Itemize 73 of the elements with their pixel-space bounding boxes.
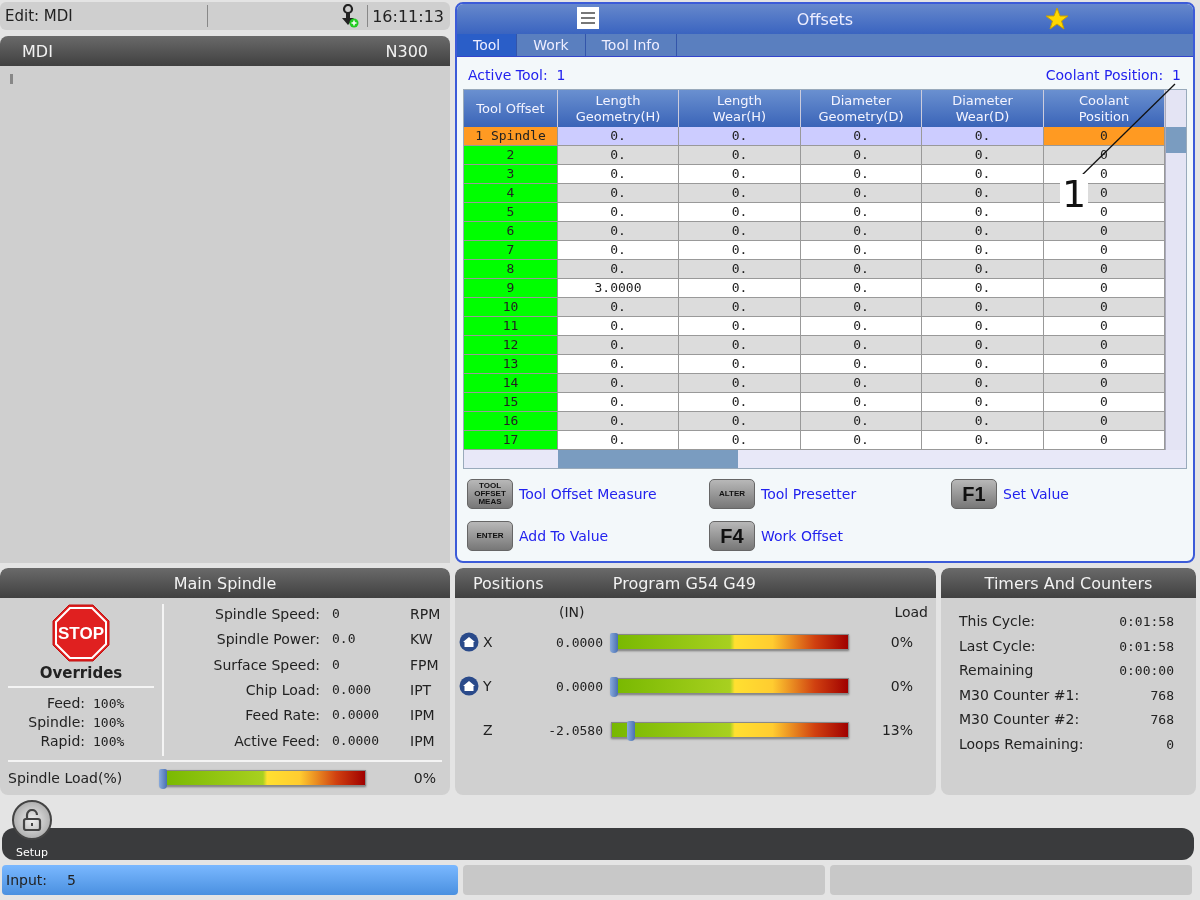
axis-position: -2.0580 [547,722,603,738]
reading-label: Active Feed: [233,731,320,751]
stop-sign-icon: STOP [52,604,110,662]
axis-position: 0.0000 [555,678,603,694]
reading-unit: KW [410,630,434,650]
spindle-load-label: Spindle Load(%) [8,770,124,786]
column-header: Length Wear(H) [679,90,801,127]
reading-unit: IPT [410,681,433,700]
panel-title: Offsets [796,9,854,29]
reading-unit: RPM [410,605,442,624]
timer-value: 768 [1149,711,1174,730]
reading-unit: FPM [410,655,440,675]
timer-label: Loops Remaining: [959,734,1085,754]
line-number: N300 [385,41,428,61]
unit-label: (IN) [559,604,585,620]
reading-unit: IPM [410,731,436,751]
axis-name: Z [483,722,494,738]
column-header: Tool Offset [464,90,558,127]
reading-label: Chip Load: [244,681,320,700]
clock-time: 16:11:13 [372,6,445,26]
reading-value: 0.0 [332,630,357,649]
timer-value: 0 [1165,735,1174,754]
column-header: Diameter Geometry(D) [801,90,922,127]
axis-load: 0% [889,678,913,694]
override-label: Spindle: [27,713,85,732]
reading-value: 0.0000 [332,706,380,725]
panel-title: Main Spindle [173,573,277,593]
reading-value: 0.0000 [332,731,380,750]
timer-label: M30 Counter #1: [959,685,1081,705]
panel-title: Positions [473,573,544,593]
timer-value: 0:01:58 [1119,637,1174,656]
action-label: Add To Value [519,528,609,544]
reading-value: 0 [332,605,341,623]
reading-label: Feed Rate: [244,706,320,726]
reading-label: Surface Speed: [212,655,320,675]
column-header: Length Geometry(H) [558,90,679,127]
reading-value: 0 [332,655,341,674]
panel-title: Timers And Counters [984,573,1153,593]
axis-load: 0% [889,634,913,650]
overrides-title: Overrides [8,664,154,688]
action-label: Set Value [1003,486,1069,502]
timer-value: 0:01:58 [1119,613,1174,631]
axis-load: 13% [880,722,913,738]
spindle-load-value: 0% [412,770,436,786]
active-tool-label: Active Tool: 1 [468,67,566,83]
action-label: Tool Presetter [761,486,857,502]
override-value: 100% [93,714,126,732]
override-value: 100% [93,695,126,713]
override-label: Rapid: [39,732,85,751]
timer-label: M30 Counter #2: [959,710,1081,730]
override-label: Feed: [45,694,85,713]
axis-name: X [483,634,494,650]
panel-title: MDI [22,41,53,61]
column-header: Coolant Position [1044,90,1165,127]
load-header: Load [894,604,928,620]
action-label: Work Offset [761,528,843,544]
timer-label: Remaining [959,661,1035,681]
axis-position: 0.0000 [555,634,603,650]
action-label: Tool Offset Measure [519,486,657,502]
timer-value: 0:00:00 [1119,662,1174,681]
edit-mode-label: Edit: MDI [0,5,208,27]
axis-name: Y [483,678,493,694]
reading-label: Spindle Power: [215,630,320,650]
override-value: 100% [93,733,126,751]
coolant-position-label: Coolant Position: 1 [1045,67,1181,83]
program-label: Program G54 G49 [612,573,756,593]
timer-value: 768 [1149,686,1174,705]
timer-label: This Cycle: [959,612,1037,631]
reading-unit: IPM [410,706,436,726]
reading-label: Spindle Speed: [214,605,320,624]
column-header: Diameter Wear(D) [922,90,1044,127]
reading-value: 0.000 [332,681,373,699]
timer-label: Last Cycle: [959,636,1037,656]
